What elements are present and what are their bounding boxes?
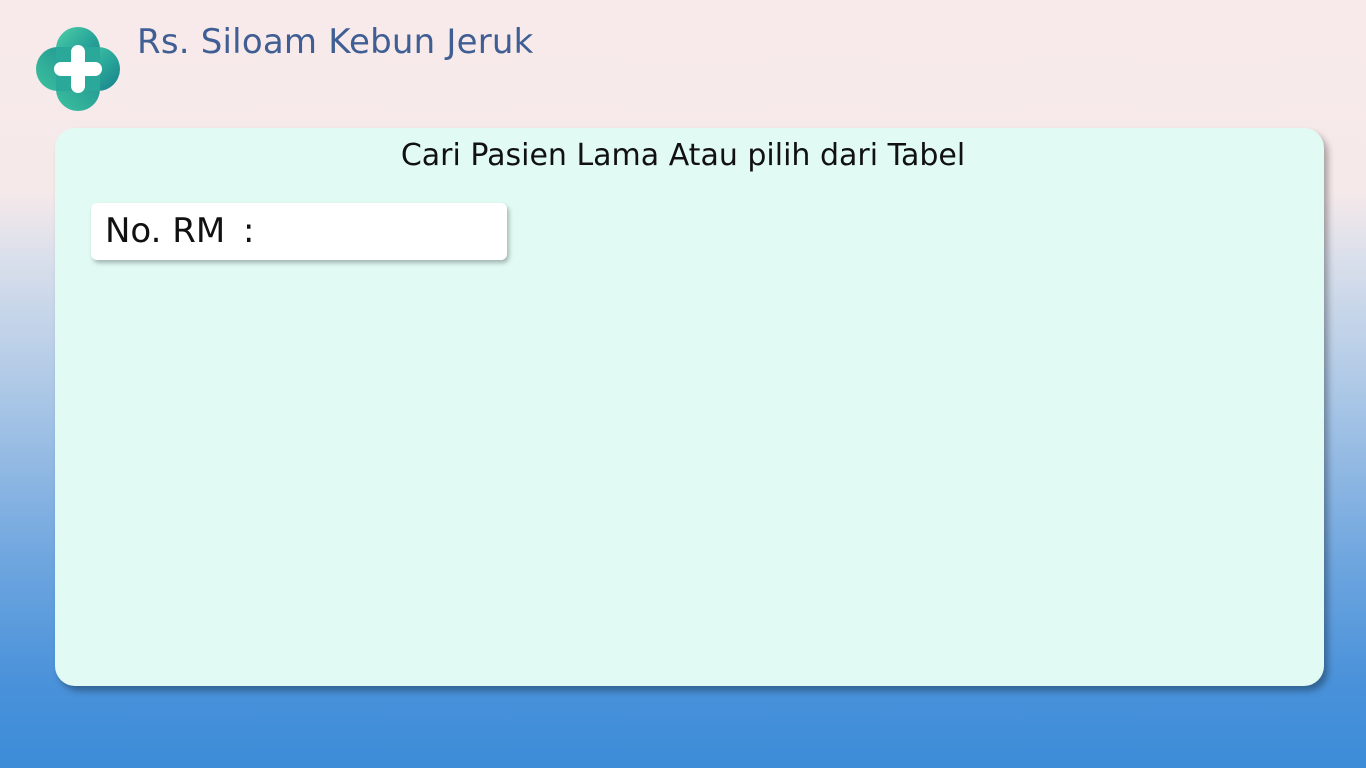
- rm-search-input[interactable]: [263, 211, 495, 253]
- rm-separator: :: [243, 211, 255, 251]
- hospital-logo-icon: [34, 25, 122, 113]
- rm-search-field[interactable]: No. RM :: [91, 203, 507, 260]
- rm-label: No. RM: [105, 211, 226, 251]
- app-title: Rs. Siloam Kebun Jeruk: [137, 22, 534, 62]
- card-title: Cari Pasien Lama Atau pilih dari Tabel: [400, 138, 966, 173]
